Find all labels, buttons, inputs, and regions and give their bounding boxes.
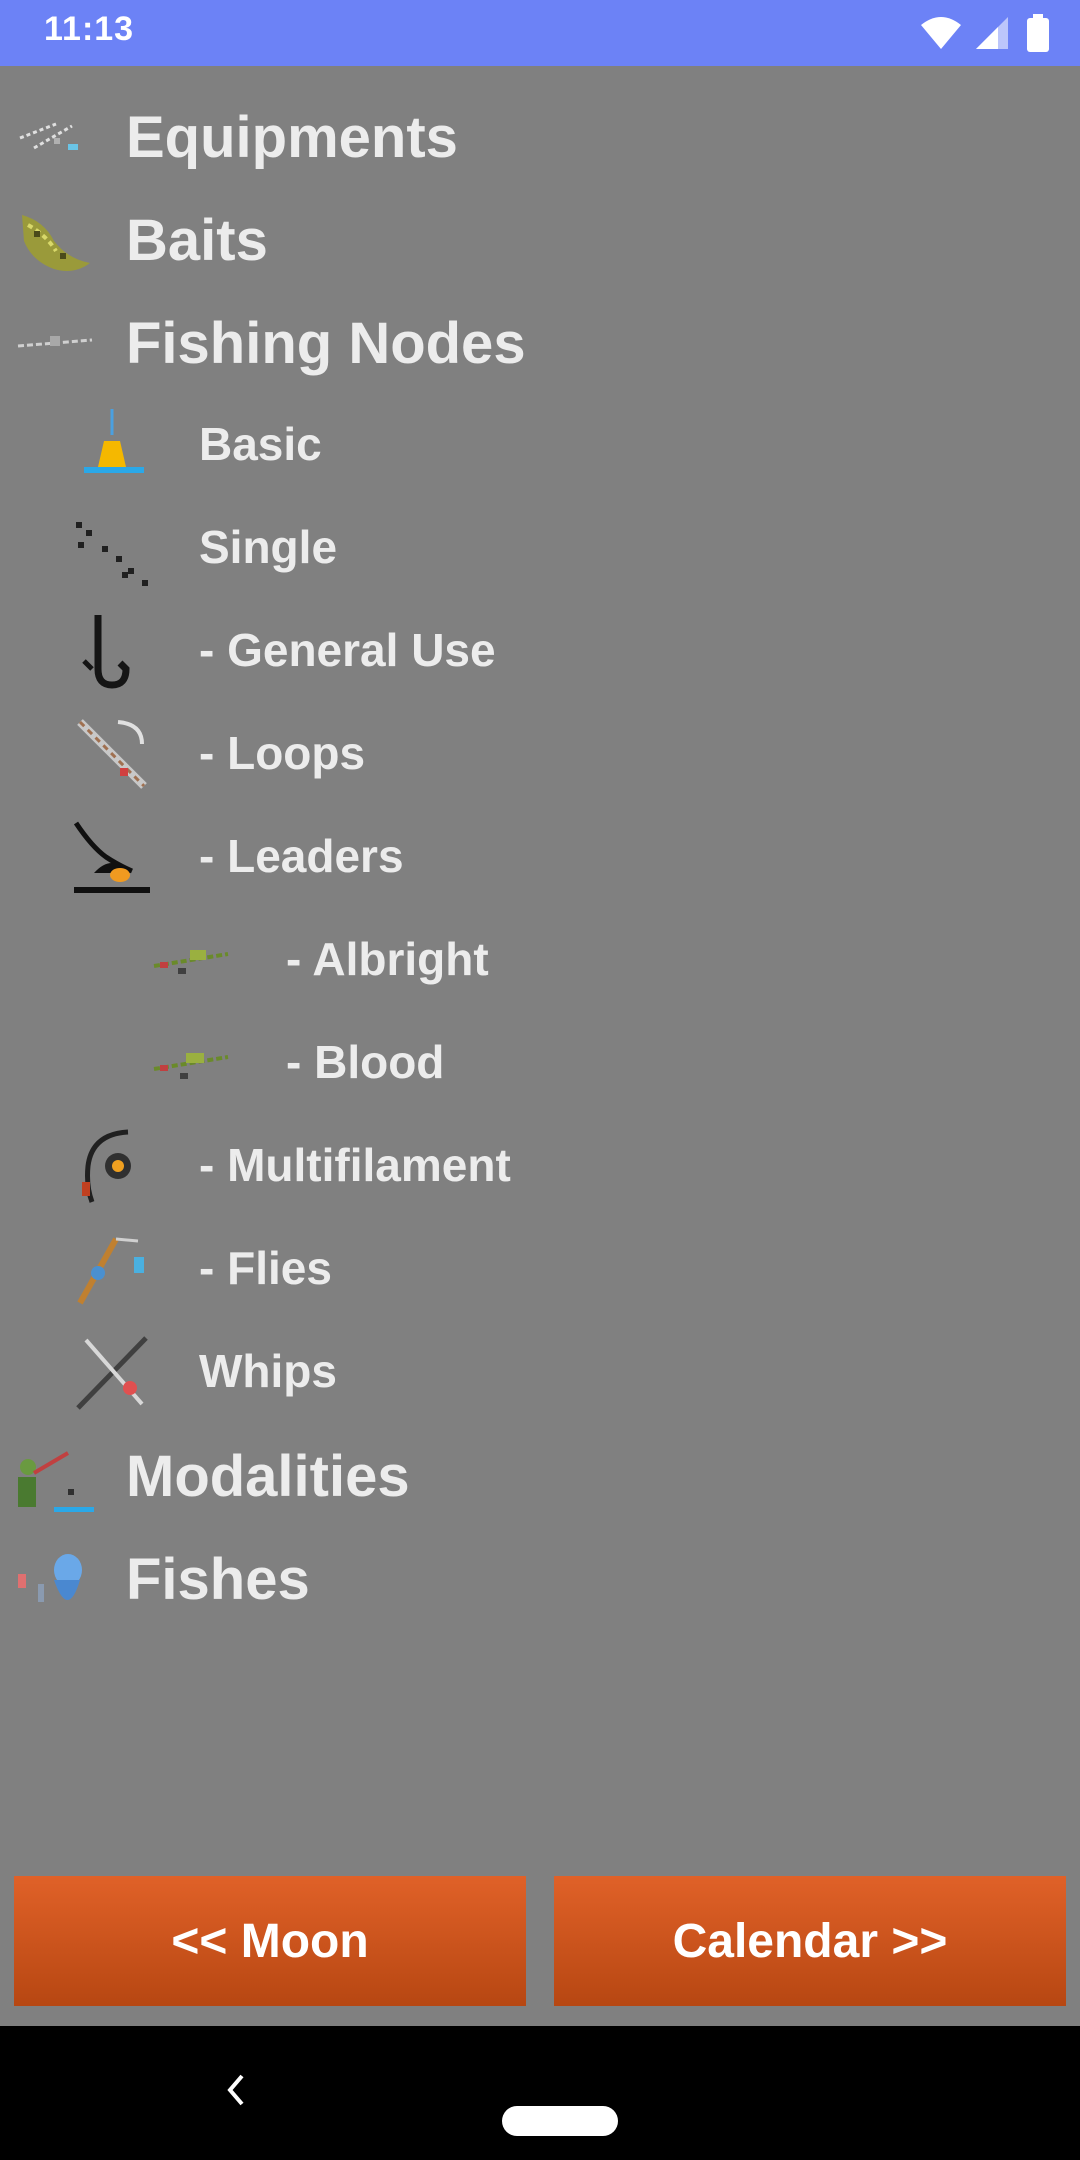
- menu-item-label: Fishes: [126, 1547, 310, 1612]
- angler-icon: [18, 1451, 94, 1512]
- menu-item-equipments[interactable]: Equipments: [0, 84, 1080, 182]
- menu-item-flies[interactable]: - Flies: [0, 1215, 1080, 1313]
- home-pill-button[interactable]: [502, 2106, 618, 2136]
- system-navigation-bar: [0, 2026, 1080, 2160]
- menu-item-label: - Leaders: [199, 830, 404, 882]
- menu-item-basic[interactable]: Basic: [0, 391, 1080, 489]
- whip-icon: [76, 1336, 148, 1410]
- status-bar: 11:13: [0, 0, 1080, 66]
- menu-item-baits[interactable]: Baits: [0, 187, 1080, 285]
- menu-item-label: Basic: [199, 418, 322, 470]
- menu-item-label: - Loops: [199, 727, 366, 779]
- blood-knot-icon: [153, 1053, 229, 1079]
- back-icon[interactable]: [220, 2070, 250, 2110]
- menu-item-loops[interactable]: - Loops: [0, 700, 1080, 798]
- menu-item-label: - Flies: [199, 1242, 332, 1294]
- menu-item-modalities[interactable]: Modalities: [0, 1423, 1080, 1521]
- menu-item-whips[interactable]: Whips: [0, 1318, 1080, 1416]
- wifi-icon: [921, 17, 962, 49]
- menu-item-leaders[interactable]: - Leaders: [0, 803, 1080, 901]
- equipment-icon: [19, 122, 78, 150]
- leader-line-icon: [73, 821, 150, 893]
- bobber-icon: [84, 409, 144, 473]
- calendar-nav-button[interactable]: Calendar >>: [554, 1876, 1066, 2006]
- status-time: 11:13: [44, 10, 135, 48]
- menu-item-fishes[interactable]: Fishes: [0, 1526, 1080, 1624]
- menu-item-general-use[interactable]: - General Use: [0, 597, 1080, 695]
- menu-item-label: - General Use: [199, 624, 496, 676]
- fish-icon: [18, 1554, 82, 1602]
- menu-item-multifilament[interactable]: - Multifilament: [0, 1112, 1080, 1210]
- menu-item-single[interactable]: Single: [0, 494, 1080, 592]
- albright-knot-icon: [153, 950, 229, 974]
- reel-icon: [82, 1129, 131, 1203]
- menu-item-label: - Multifilament: [199, 1139, 511, 1191]
- menu-item-label: Modalities: [126, 1444, 410, 1509]
- dotted-line-icon: [76, 522, 148, 586]
- moon-nav-button[interactable]: << Moon: [14, 1876, 526, 2006]
- menu-item-label: Whips: [199, 1345, 337, 1397]
- menu-item-blood[interactable]: - Blood: [0, 1009, 1080, 1107]
- hook-icon: [82, 615, 130, 689]
- status-icons: [919, 14, 1050, 54]
- fly-rod-icon: [77, 1237, 144, 1305]
- menu-item-label: - Albright: [286, 933, 489, 985]
- menu-item-fishing-nodes[interactable]: Fishing Nodes: [0, 290, 1080, 388]
- battery-icon: [1027, 14, 1049, 52]
- menu-item-label: Single: [199, 521, 338, 573]
- cellular-signal-icon: [975, 17, 1008, 49]
- menu-item-label: Equipments: [126, 105, 458, 170]
- loop-knot-icon: [77, 719, 147, 789]
- menu-item-albright[interactable]: - Albright: [0, 906, 1080, 1004]
- menu-item-label: Fishing Nodes: [126, 311, 526, 376]
- menu-item-label: - Blood: [286, 1036, 445, 1088]
- line-knot-icon: [17, 336, 93, 348]
- bait-icon: [22, 215, 90, 271]
- menu-item-label: Baits: [126, 208, 268, 273]
